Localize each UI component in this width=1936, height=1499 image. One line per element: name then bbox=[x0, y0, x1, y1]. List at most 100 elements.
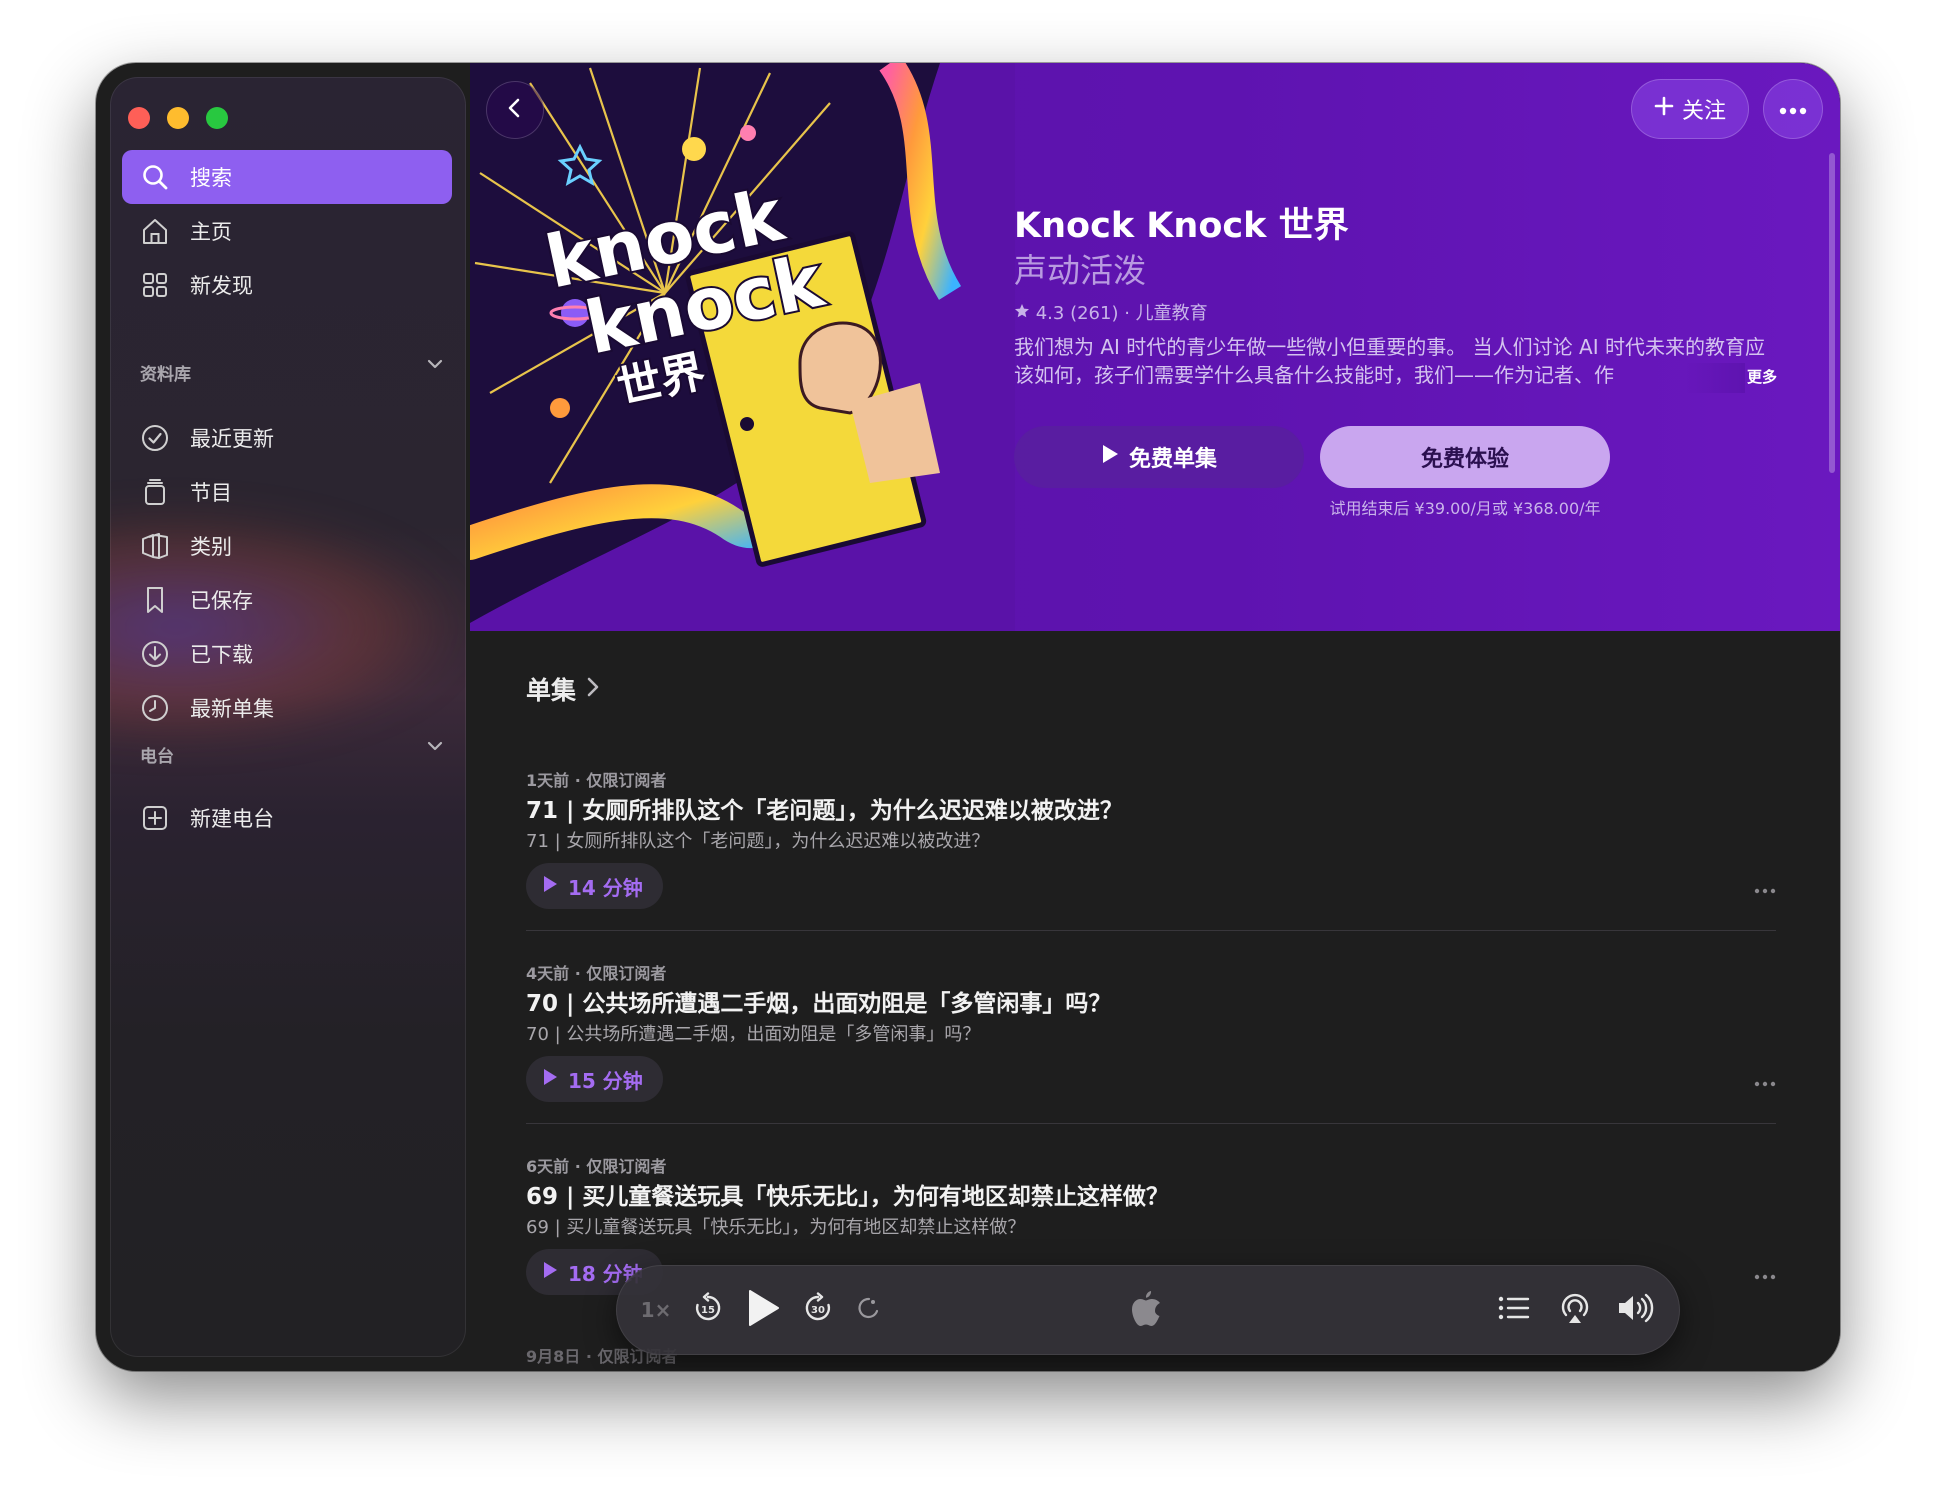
chevron-right-icon bbox=[586, 675, 600, 704]
home-icon bbox=[138, 214, 172, 248]
sidebar-item-new-station[interactable]: 新建电台 bbox=[122, 791, 452, 845]
minimize-window-button[interactable] bbox=[167, 107, 189, 129]
skip-forward-30-icon: 30 bbox=[802, 1292, 834, 1328]
sidebar-item-discover[interactable]: 新发现 bbox=[122, 258, 452, 312]
checkmark-circle-icon bbox=[138, 421, 172, 455]
episode-title[interactable]: 70 | 公共场所遭遇二手烟，出面劝阻是「多管闲事」吗？ bbox=[526, 984, 1111, 1018]
sidebar-item-recent-updates[interactable]: 最近更新 bbox=[122, 411, 452, 465]
sidebar-item-label: 最近更新 bbox=[190, 427, 274, 451]
skip-back-seconds: 15 bbox=[701, 1305, 715, 1316]
airplay-audio-icon bbox=[1558, 1291, 1592, 1329]
sidebar-item-label: 已保存 bbox=[190, 589, 253, 613]
episode-title[interactable]: 71 | 女厕所排队这个「老问题」，为什么迟迟难以被改进？ bbox=[526, 791, 1123, 825]
library-section-label: 资料库 bbox=[140, 365, 191, 385]
episodes-section-header[interactable]: 单集 bbox=[526, 671, 600, 707]
apple-logo-icon bbox=[1118, 1265, 1178, 1355]
categories-icon bbox=[138, 529, 172, 563]
episodes-title: 单集 bbox=[526, 676, 577, 705]
mini-player: 1× 15 30 bbox=[616, 1265, 1680, 1355]
rating-and-category: 4.3 (261) · 儿童教育 bbox=[1035, 303, 1208, 324]
show-publisher[interactable]: 声动活泼 bbox=[1014, 244, 1146, 292]
episode-description: 70 | 公共场所遭遇二手烟，出面劝阻是「多管闲事」吗？ bbox=[526, 1024, 981, 1045]
ellipsis-icon bbox=[1754, 879, 1776, 898]
sleep-timer-button[interactable] bbox=[848, 1265, 888, 1355]
episode-more-button[interactable] bbox=[1754, 1072, 1776, 1091]
play-button[interactable] bbox=[738, 1265, 788, 1355]
more-options-button[interactable] bbox=[1763, 79, 1823, 139]
plus-square-icon bbox=[138, 801, 172, 835]
ellipsis-icon bbox=[1754, 1072, 1776, 1091]
play-icon bbox=[542, 1067, 558, 1091]
episode-row[interactable]: 4天前 · 仅限订阅者 70 | 公共场所遭遇二手烟，出面劝阻是「多管闲事」吗？… bbox=[526, 960, 1776, 1152]
volume-button[interactable] bbox=[1612, 1265, 1660, 1355]
sidebar-item-label: 类别 bbox=[190, 535, 232, 559]
skip-forward-seconds: 30 bbox=[811, 1305, 825, 1316]
free-episode-button[interactable]: 免费单集 bbox=[1014, 426, 1304, 488]
play-icon bbox=[542, 874, 558, 898]
play-icon bbox=[542, 1260, 558, 1284]
episode-row[interactable]: 1天前 · 仅限订阅者 71 | 女厕所排队这个「老问题」，为什么迟迟难以被改进… bbox=[526, 767, 1776, 959]
episode-more-button[interactable] bbox=[1754, 879, 1776, 898]
free-trial-button[interactable]: 免费体验 bbox=[1320, 426, 1610, 488]
episode-description: 69 | 买儿童餐送玩具「快乐无比」，为何有地区却禁止这样做？ bbox=[526, 1217, 1026, 1238]
sidebar-item-label: 已下载 bbox=[190, 643, 253, 667]
follow-button[interactable]: 关注 bbox=[1631, 79, 1749, 139]
description-fade bbox=[1685, 363, 1745, 393]
close-window-button[interactable] bbox=[128, 107, 150, 129]
divider bbox=[526, 1123, 1776, 1124]
divider bbox=[526, 930, 1776, 931]
shows-stack-icon bbox=[138, 475, 172, 509]
show-description: 我们想为 AI 时代的青少年做一些微小但重要的事。 当人们讨论 AI 时代未来的… bbox=[1014, 335, 1765, 387]
sidebar-item-categories[interactable]: 类别 bbox=[122, 519, 452, 573]
back-button[interactable] bbox=[486, 81, 544, 139]
sidebar: 搜索 主页 新发现 资料库 最近更新 节目 类别 已保存 已下载 最新单集 电台… bbox=[110, 77, 466, 1357]
sleep-timer-icon bbox=[855, 1295, 881, 1325]
chevron-down-icon[interactable] bbox=[426, 737, 444, 759]
star-icon bbox=[1014, 303, 1036, 324]
trial-price-note: 试用结束后 ¥39.00/月或 ¥368.00/年 bbox=[1329, 499, 1601, 518]
search-icon bbox=[138, 160, 172, 194]
playback-speed-button[interactable]: 1× bbox=[634, 1265, 678, 1355]
episode-meta: 4天前 · 仅限订阅者 bbox=[526, 964, 667, 983]
episode-meta: 1天前 · 仅限订阅者 bbox=[526, 771, 667, 790]
episode-description: 71 | 女厕所排队这个「老问题」，为什么迟迟难以被改进？ bbox=[526, 831, 990, 852]
queue-button[interactable] bbox=[1492, 1265, 1536, 1355]
sidebar-item-home[interactable]: 主页 bbox=[122, 204, 452, 258]
episode-play-button[interactable]: 15 分钟 bbox=[526, 1056, 663, 1102]
skip-back-15-icon: 15 bbox=[692, 1292, 724, 1328]
episode-duration: 15 分钟 bbox=[568, 1068, 643, 1093]
airplay-button[interactable] bbox=[1552, 1265, 1598, 1355]
show-hero: knock knock 世界 关注 Knock Knock 世界 声动活泼 4.… bbox=[470, 63, 1840, 631]
sidebar-item-downloaded[interactable]: 已下载 bbox=[122, 627, 452, 681]
free-episode-label: 免费单集 bbox=[1128, 447, 1217, 472]
sidebar-item-label: 搜索 bbox=[190, 166, 232, 190]
sidebar-item-label: 节目 bbox=[190, 481, 232, 505]
speaker-volume-icon bbox=[1616, 1293, 1656, 1327]
play-icon bbox=[746, 1289, 780, 1331]
sidebar-item-shows[interactable]: 节目 bbox=[122, 465, 452, 519]
sidebar-item-label: 主页 bbox=[190, 220, 232, 244]
description-more-link[interactable]: 更多 bbox=[1747, 366, 1777, 387]
play-icon bbox=[1101, 444, 1119, 470]
sidebar-item-search[interactable]: 搜索 bbox=[122, 150, 452, 204]
plus-icon bbox=[1654, 96, 1674, 122]
show-title: Knock Knock 世界 bbox=[1014, 206, 1349, 246]
chevron-down-icon[interactable] bbox=[426, 355, 444, 377]
sidebar-item-label: 最新单集 bbox=[190, 697, 274, 721]
list-icon bbox=[1498, 1295, 1530, 1325]
sidebar-item-latest-episodes[interactable]: 最新单集 bbox=[122, 681, 452, 735]
skip-back-button[interactable]: 15 bbox=[686, 1265, 730, 1355]
download-circle-icon bbox=[138, 637, 172, 671]
episode-play-button[interactable]: 14 分钟 bbox=[526, 863, 663, 909]
episode-title[interactable]: 69 | 买儿童餐送玩具「快乐无比」，为何有地区却禁止这样做？ bbox=[526, 1177, 1169, 1211]
skip-forward-button[interactable]: 30 bbox=[796, 1265, 840, 1355]
zoom-window-button[interactable] bbox=[206, 107, 228, 129]
show-artwork: knock knock 世界 bbox=[470, 63, 1015, 631]
ellipsis-icon bbox=[1754, 1265, 1776, 1284]
sidebar-item-label: 新建电台 bbox=[190, 807, 274, 831]
episode-duration: 14 分钟 bbox=[568, 875, 643, 900]
scrollbar[interactable] bbox=[1829, 153, 1835, 473]
show-meta: 4.3 (261) · 儿童教育 bbox=[1014, 299, 1208, 325]
sidebar-item-saved[interactable]: 已保存 bbox=[122, 573, 452, 627]
episode-more-button[interactable] bbox=[1754, 1265, 1776, 1284]
